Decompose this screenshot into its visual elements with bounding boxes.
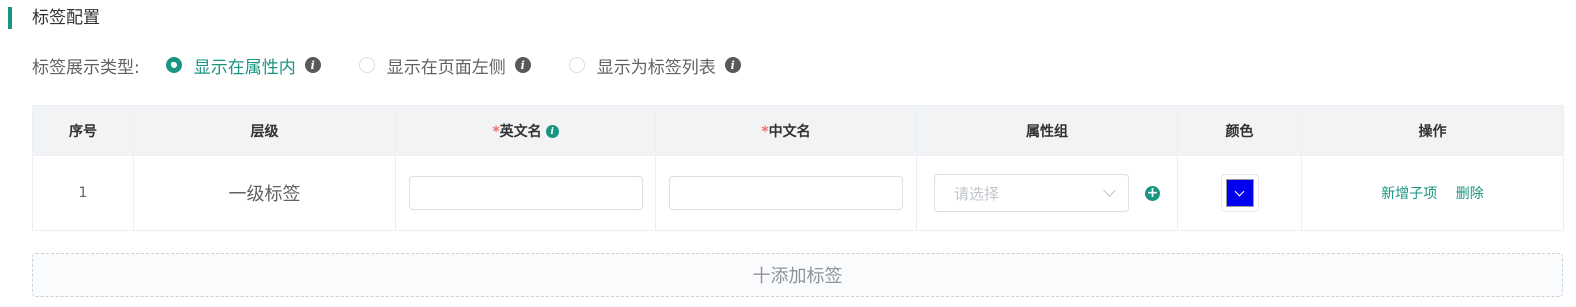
header-cn-name: *中文名 — [655, 105, 917, 156]
radio-label[interactable]: 显示在页面左侧 — [387, 53, 506, 78]
radio-unchecked-icon[interactable] — [358, 57, 375, 73]
info-icon[interactable]: i — [724, 57, 741, 73]
cell-attr-group: 请选择 + — [916, 155, 1178, 231]
attr-group-wrap: 请选择 + — [918, 174, 1176, 212]
table-header-row: 序号 层级 *英文名 i *中文名 属性组 颜色 操作 — [32, 105, 1564, 156]
attr-group-placeholder: 请选择 — [954, 184, 1000, 203]
header-color: 颜色 — [1177, 105, 1302, 156]
radio-show-in-attribute[interactable]: 显示在属性内 i — [165, 53, 321, 78]
radio-show-as-list[interactable]: 显示为标签列表 i — [568, 53, 741, 78]
header-cn-name-label: 中文名 — [768, 123, 811, 140]
delete-link[interactable]: 删除 — [1456, 186, 1484, 202]
section-accent-bar — [8, 7, 12, 29]
add-tag-button[interactable]: 十添加标签 — [32, 253, 1563, 297]
radio-unchecked-icon[interactable] — [568, 57, 585, 73]
info-icon[interactable]: i — [545, 125, 559, 138]
header-level: 层级 — [133, 105, 396, 156]
en-name-input[interactable] — [408, 176, 643, 210]
add-child-link[interactable]: 新增子项 — [1381, 186, 1437, 202]
cell-actions: 新增子项 删除 — [1301, 155, 1564, 231]
header-index: 序号 — [32, 105, 134, 156]
info-icon[interactable]: i — [514, 57, 531, 73]
header-actions: 操作 — [1301, 105, 1564, 156]
add-attr-group-icon[interactable]: + — [1145, 185, 1160, 201]
cell-index: 1 — [32, 155, 134, 231]
header-en-name-label: 英文名 — [499, 123, 542, 140]
required-mark: * — [492, 123, 500, 140]
chevron-down-icon — [1103, 184, 1116, 197]
color-picker[interactable] — [1220, 174, 1259, 212]
display-type-row: 标签展示类型: 显示在属性内 i 显示在页面左侧 i 显示为标签列表 i — [32, 52, 779, 78]
cell-en-name — [395, 155, 656, 231]
header-attr-group: 属性组 — [916, 105, 1178, 156]
level-text: 一级标签 — [228, 184, 301, 205]
table-row: 1 一级标签 请选择 + 新增子项 删除 — [32, 155, 1564, 231]
header-en-name: *英文名 i — [395, 105, 656, 156]
attr-group-select[interactable]: 请选择 — [934, 174, 1129, 212]
required-mark: * — [761, 123, 769, 140]
cell-color — [1177, 155, 1302, 231]
cell-cn-name — [655, 155, 917, 231]
radio-label[interactable]: 显示在属性内 — [194, 53, 296, 78]
radio-label[interactable]: 显示为标签列表 — [597, 53, 716, 78]
tag-config-table: 序号 层级 *英文名i *中文名 属性组 颜色 操作 1 一级标签 请选择 + — [32, 105, 1564, 231]
cn-name-input[interactable] — [669, 176, 903, 210]
section-title: 标签配置 — [32, 8, 100, 28]
display-type-label: 标签展示类型: — [32, 57, 140, 78]
cell-level: 一级标签 — [133, 155, 396, 231]
info-icon[interactable]: i — [304, 57, 321, 73]
radio-show-on-left[interactable]: 显示在页面左侧 i — [358, 53, 531, 78]
radio-checked-icon[interactable] — [165, 57, 182, 73]
color-swatch[interactable] — [1225, 179, 1254, 207]
chevron-down-icon — [1234, 186, 1245, 196]
